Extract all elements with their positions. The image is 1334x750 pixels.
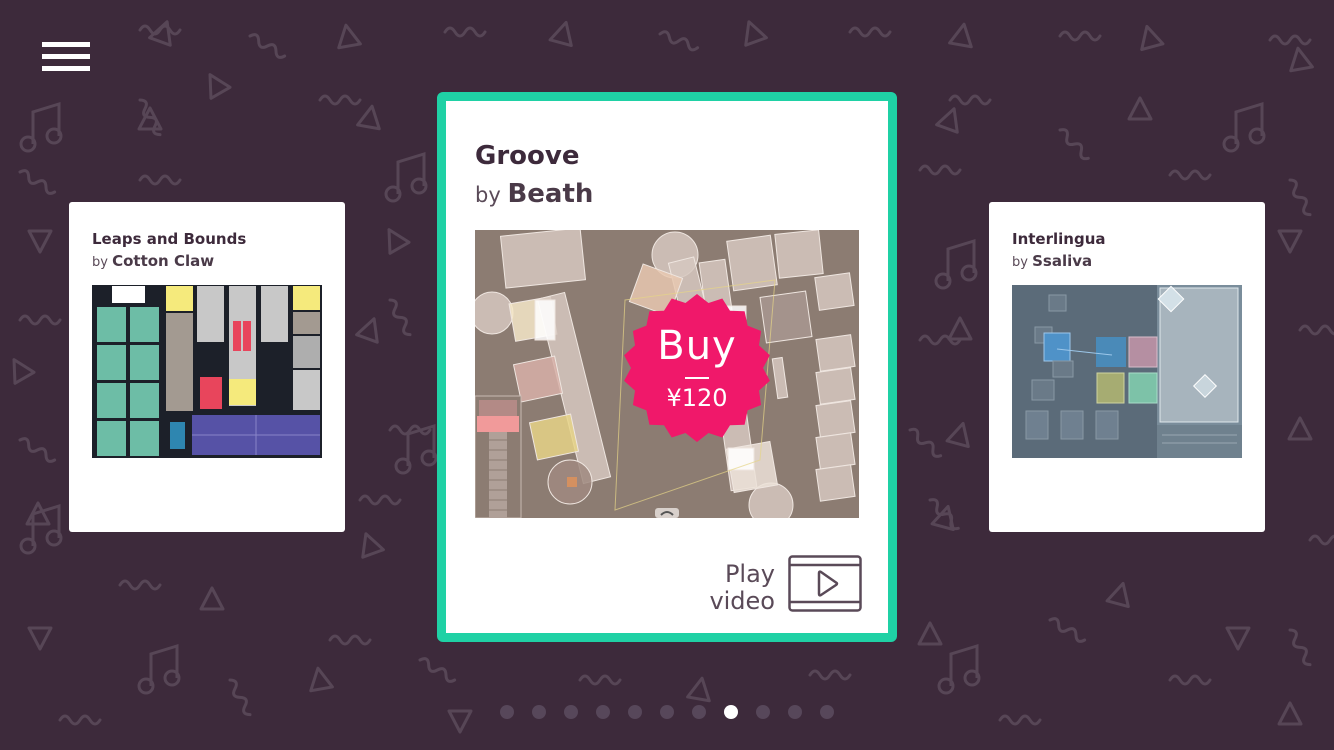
background-pattern-shape [27, 229, 53, 254]
page-dot-active[interactable] [724, 705, 738, 719]
play-video-button[interactable]: Play video [703, 554, 863, 624]
buy-button[interactable]: Buy ¥120 [622, 293, 772, 443]
level-title: Leaps and Bounds [92, 230, 247, 248]
background-pattern-shape [27, 626, 53, 651]
background-pattern-shape [387, 228, 411, 255]
page-dot[interactable] [788, 705, 802, 719]
background-pattern-shape [1168, 169, 1212, 181]
background-pattern-shape [848, 26, 892, 38]
background-pattern-shape [248, 33, 287, 59]
background-pattern-shape [1168, 674, 1212, 686]
level-thumbnail [92, 285, 322, 458]
level-card-right[interactable]: Interlingua by Ssaliva [989, 202, 1265, 532]
background-pattern-shape [1058, 128, 1090, 161]
page-dot[interactable] [564, 705, 578, 719]
background-pattern-shape [935, 107, 959, 134]
background-pattern-shape [1058, 30, 1102, 42]
background-pattern-shape [138, 174, 182, 186]
background-pattern-shape [118, 579, 162, 591]
page-dot[interactable] [596, 705, 610, 719]
level-author: by Cotton Claw [92, 252, 215, 270]
background-pattern-shape [948, 94, 992, 106]
background-pattern-shape [356, 104, 381, 131]
background-pattern-shape [1277, 229, 1303, 254]
buy-label: Buy [657, 323, 737, 369]
level-title: Interlingua [1012, 230, 1106, 248]
background-pattern-shape [1298, 324, 1334, 336]
background-pattern-shape [318, 94, 362, 106]
background-pattern-shape [199, 586, 225, 611]
background-pattern-shape [337, 23, 362, 50]
hamburger-menu-icon[interactable] [42, 42, 90, 74]
level-card-left[interactable]: Leaps and Bounds by Cotton Claw [69, 202, 345, 532]
background-pattern-shape [1287, 416, 1313, 441]
level-author: by Ssaliva [1012, 252, 1093, 270]
background-pattern-shape [148, 20, 172, 47]
background-pattern-shape [1288, 178, 1312, 217]
background-pattern-shape [12, 358, 36, 385]
background-pattern-shape [744, 20, 768, 47]
background-pattern-shape [808, 669, 852, 681]
background-pattern-shape [947, 316, 973, 341]
background-pattern-shape [18, 314, 62, 326]
level-card-selected[interactable]: Groove by Beath Buy ¥120 Play video [437, 92, 897, 642]
background-pattern-shape [443, 26, 487, 38]
background-pattern-shape [548, 20, 573, 48]
page-dot[interactable] [500, 705, 514, 719]
level-thumbnail [1012, 285, 1242, 458]
background-pattern-shape [138, 98, 162, 137]
background-pattern-shape [945, 421, 970, 449]
background-pattern-shape [18, 169, 57, 195]
page-dot[interactable] [532, 705, 546, 719]
background-pattern-shape [1268, 34, 1312, 46]
background-pattern-shape [208, 73, 232, 100]
background-pattern-shape [908, 427, 943, 458]
page-dot[interactable] [692, 705, 706, 719]
background-pattern-shape [361, 532, 385, 559]
background-pattern-shape [18, 437, 57, 463]
background-pattern-shape [1140, 24, 1165, 52]
background-pattern-shape [358, 494, 402, 506]
background-pattern-shape [917, 621, 943, 646]
background-pattern-shape [328, 634, 372, 646]
page-dot[interactable] [660, 705, 674, 719]
background-pattern-shape [418, 657, 457, 683]
play-video-label: Play video [709, 560, 775, 615]
background-pattern-shape [355, 317, 379, 344]
background-pattern-shape [578, 674, 622, 686]
background-pattern-shape [1289, 46, 1314, 73]
level-author: by Beath [475, 179, 594, 209]
background-pattern-shape [948, 22, 973, 49]
background-pattern-shape [1127, 96, 1153, 121]
page-dot[interactable] [756, 705, 770, 719]
level-title: Groove [475, 141, 580, 171]
level-thumbnail: Buy ¥120 [470, 227, 859, 528]
price-label: ¥120 [666, 384, 728, 412]
background-pattern-shape [658, 30, 700, 52]
background-pattern-shape [918, 164, 962, 176]
video-play-icon [788, 555, 862, 612]
buy-divider [685, 377, 709, 379]
background-pattern-shape [309, 666, 334, 693]
background-pattern-shape [1105, 581, 1130, 609]
carousel-page-indicator [0, 705, 1334, 721]
background-pattern-shape [686, 676, 711, 703]
background-pattern-shape [1308, 534, 1334, 546]
background-pattern-shape [388, 298, 412, 337]
page-dot[interactable] [628, 705, 642, 719]
background-pattern-shape [1048, 617, 1087, 643]
page-dot[interactable] [820, 705, 834, 719]
background-pattern-shape [1225, 626, 1251, 651]
background-pattern-shape [1288, 628, 1312, 667]
